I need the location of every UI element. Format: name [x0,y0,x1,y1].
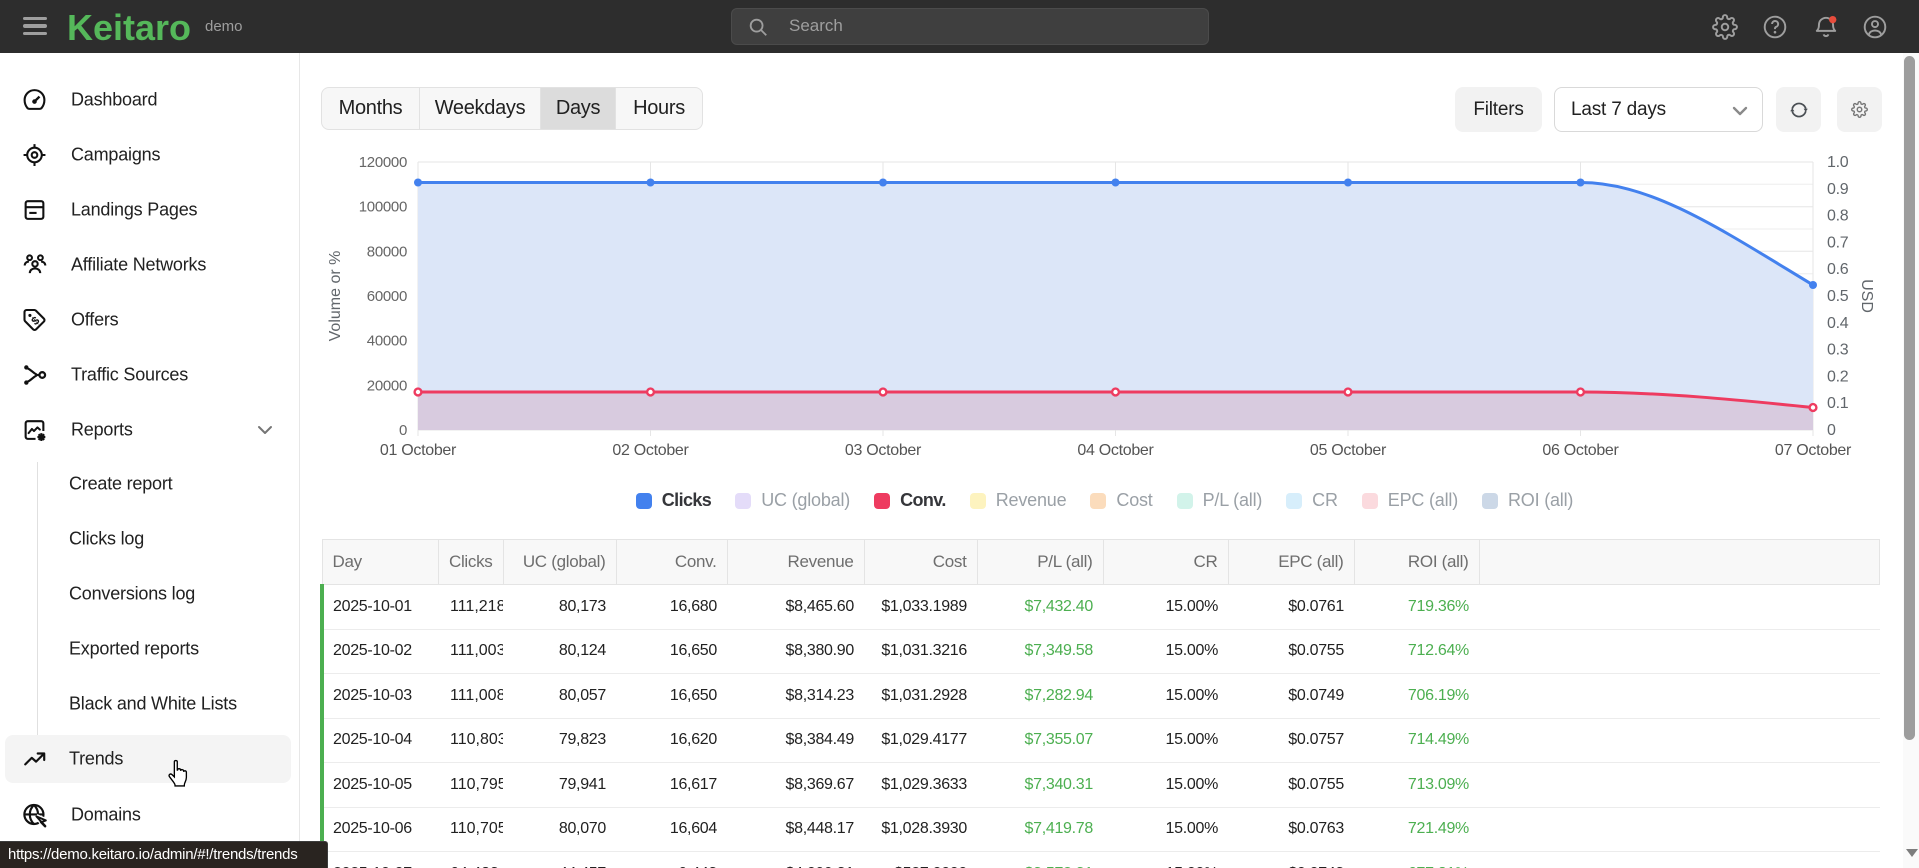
svg-text:0.8: 0.8 [1827,208,1849,225]
svg-text:USD: USD [1858,279,1875,313]
svg-text:0.4: 0.4 [1827,315,1849,332]
svg-text:0: 0 [1827,422,1836,439]
svg-text:0.3: 0.3 [1827,342,1849,359]
svg-text:0.7: 0.7 [1827,234,1849,251]
svg-text:60000: 60000 [367,288,407,305]
svg-text:Volume or %: Volume or % [327,251,344,342]
svg-text:05 October: 05 October [1310,442,1387,459]
svg-text:1.0: 1.0 [1827,154,1849,171]
svg-text:01 October: 01 October [380,442,457,459]
svg-text:40000: 40000 [367,333,407,350]
svg-text:0: 0 [399,422,407,439]
svg-text:0.9: 0.9 [1827,181,1849,198]
svg-text:03 October: 03 October [845,442,922,459]
svg-text:0.6: 0.6 [1827,261,1849,278]
svg-text:0.5: 0.5 [1827,288,1849,305]
svg-text:02 October: 02 October [612,442,689,459]
svg-text:07 October: 07 October [1775,442,1852,459]
svg-text:04 October: 04 October [1077,442,1154,459]
svg-text:20000: 20000 [367,377,407,394]
svg-text:120000: 120000 [359,154,407,171]
svg-text:0.1: 0.1 [1827,395,1849,412]
svg-text:80000: 80000 [367,243,407,260]
svg-text:0.2: 0.2 [1827,368,1849,385]
svg-text:06 October: 06 October [1542,442,1619,459]
svg-text:100000: 100000 [359,199,407,216]
